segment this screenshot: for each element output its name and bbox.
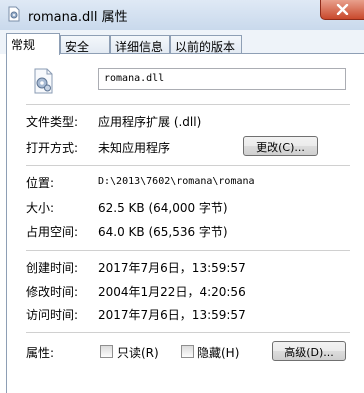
readonly-label[interactable]: 只读(R) [117,344,159,361]
tab-general-label: 常规 [11,38,36,52]
divider [26,165,350,166]
title-bar[interactable]: romana.dll 属性 [0,0,364,31]
accessed-value: 2017年7月6日，13:59:57 [98,308,246,322]
tab-previous-versions-label: 以前的版本 [175,40,236,54]
advanced-button[interactable]: 高级(D)... [272,341,346,361]
attributes-label: 属性: [26,346,55,360]
opens-with-value: 未知应用程序 [98,141,171,155]
modified-label: 修改时间: [26,285,79,299]
file-name-field[interactable]: romana.dll [98,68,346,90]
size-on-disk-value: 64.0 KB (65,536 字节) [98,225,228,239]
size-value: 62.5 KB (64,000 字节) [98,201,228,215]
created-value: 2017年7月6日，13:59:57 [98,261,246,275]
file-type-value: 应用程序扩展 (.dll) [98,115,202,129]
size-label: 大小: [26,201,55,215]
location-value: D:\2013\7602\romana\romana [98,176,255,187]
hidden-label[interactable]: 隐藏(H) [197,344,239,361]
dll-large-icon [30,68,56,94]
location-label: 位置: [26,176,55,190]
dll-file-icon [6,6,22,22]
size-on-disk-label: 占用空间: [26,225,79,239]
close-button[interactable] [320,0,364,20]
modified-value: 2004年1月22日，4:20:56 [98,285,246,299]
change-button[interactable]: 更改(C)... [243,136,318,156]
window-title: romana.dll 属性 [28,10,128,25]
divider [26,250,350,251]
tab-security[interactable]: 安全 [60,35,110,54]
tab-details-label: 详细信息 [115,40,164,54]
properties-window: romana.dll 属性 常规 安全 详细信息 以前的版本 romana.dl… [0,0,364,393]
file-type-label: 文件类型: [26,115,79,129]
divider [26,332,350,333]
opens-with-label: 打开方式: [26,141,79,155]
readonly-checkbox[interactable] [100,345,113,358]
tab-previous-versions[interactable]: 以前的版本 [170,35,242,54]
tab-general[interactable]: 常规 [6,33,60,55]
divider [26,104,350,105]
tab-security-label: 安全 [65,40,90,54]
close-icon [336,4,349,15]
tab-details[interactable]: 详细信息 [110,35,170,54]
accessed-label: 访问时间: [26,308,79,322]
hidden-checkbox[interactable] [181,345,194,358]
tab-bar: 常规 安全 详细信息 以前的版本 [0,30,364,55]
created-label: 创建时间: [26,261,79,275]
